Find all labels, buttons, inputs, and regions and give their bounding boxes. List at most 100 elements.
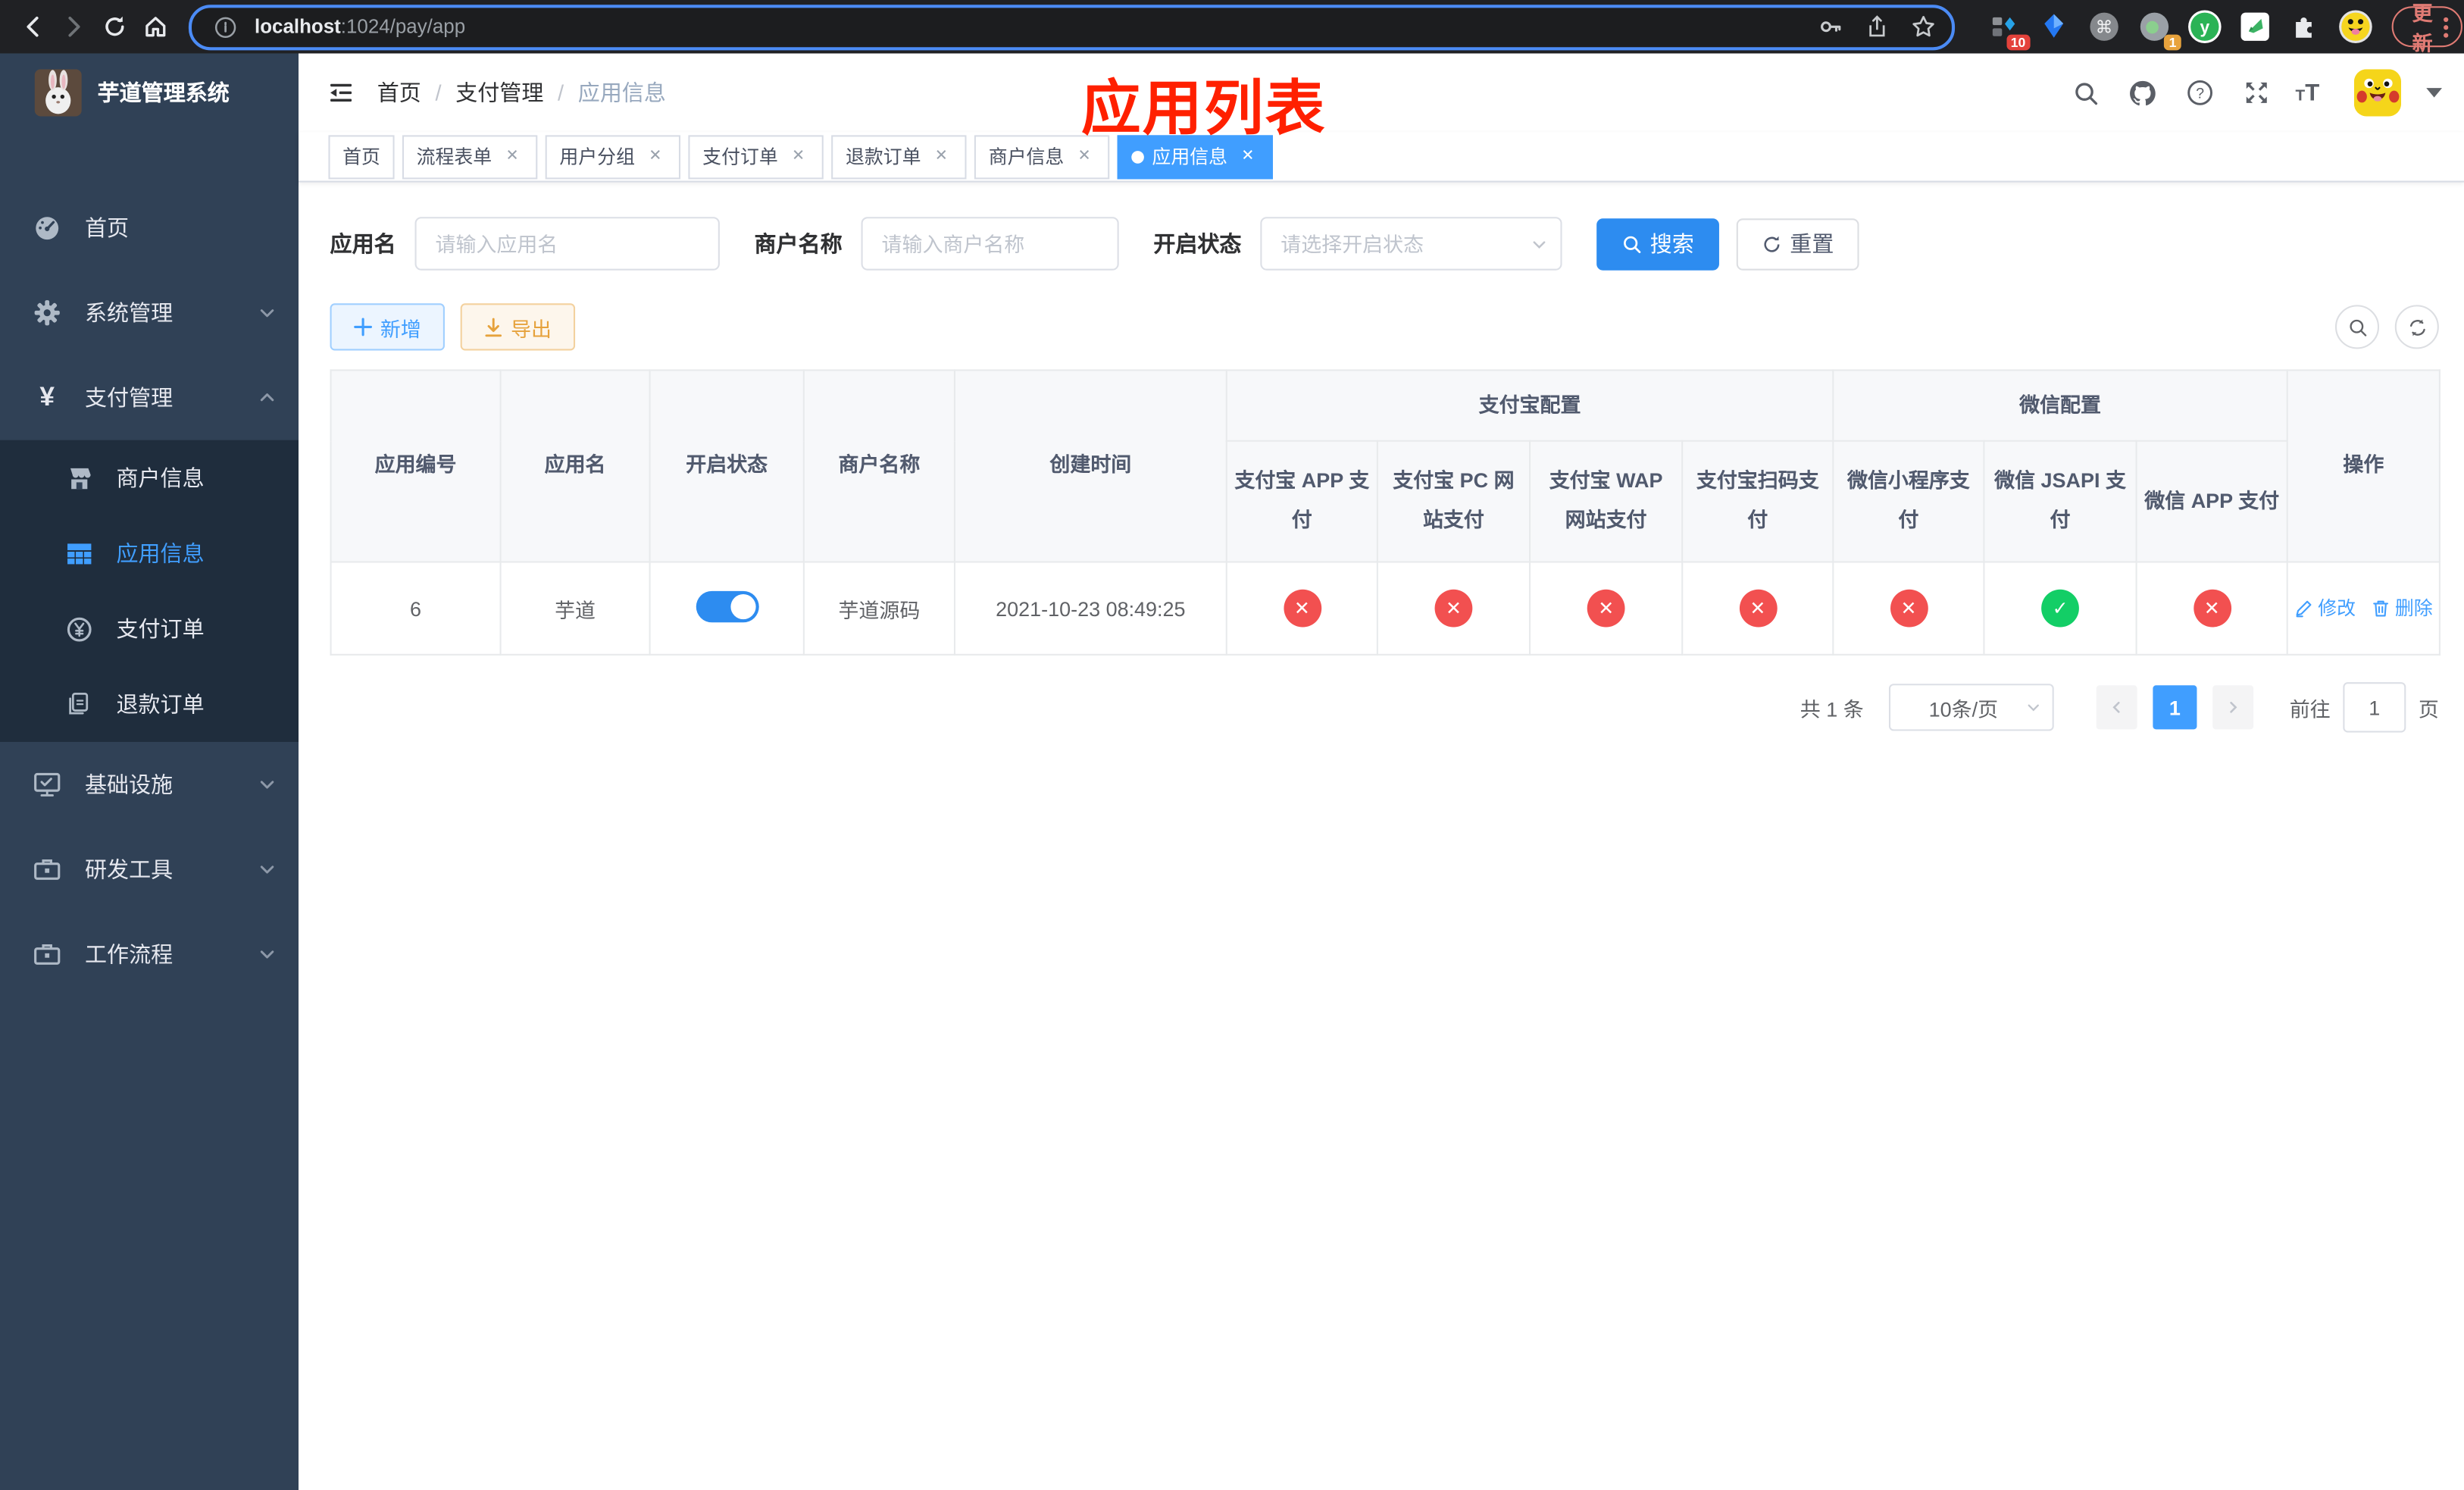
logo-avatar [34, 69, 82, 117]
refresh-icon [1764, 235, 1780, 252]
alipay-qr-status-icon: ✕ [1738, 589, 1777, 628]
chevron-down-icon [258, 303, 277, 322]
yen-circle-icon [63, 615, 94, 642]
sidebar-item-infra[interactable]: 基础设施 [0, 742, 299, 827]
sidebar-item-label: 系统管理 [84, 300, 174, 326]
export-button[interactable]: 导出 [460, 303, 576, 351]
close-icon[interactable]: ✕ [1237, 146, 1259, 167]
help-icon[interactable]: ? [2182, 76, 2217, 111]
search-form: 应用名 商户名称 开启状态 搜索 [330, 217, 2439, 271]
edit-link[interactable]: 修改 [2294, 594, 2356, 621]
status-toggle[interactable] [695, 590, 758, 622]
hide-search-button[interactable] [2334, 305, 2380, 349]
browser-home-button[interactable] [135, 6, 176, 47]
grid-icon [63, 540, 94, 566]
tab-refund-order[interactable]: 退款订单 ✕ [831, 134, 967, 179]
browser-forward-button[interactable] [54, 6, 95, 47]
delete-link[interactable]: 删除 [2372, 594, 2433, 621]
extension-badge: 10 [2006, 33, 2031, 51]
site-info-icon[interactable] [208, 9, 242, 44]
sidebar: 芋道管理系统 首页 系统管理 ¥ 支付管理 商户信息 应用信息 支付订单 退款订… [0, 53, 299, 1490]
page-number-1[interactable]: 1 [2153, 685, 2197, 730]
sidebar-item-app-info[interactable]: 应用信息 [0, 515, 299, 591]
font-size-icon[interactable]: TT [2296, 80, 2320, 106]
close-icon[interactable]: ✕ [1074, 146, 1096, 167]
sidebar-item-home[interactable]: 首页 [0, 186, 299, 271]
add-button[interactable]: 新增 [330, 303, 445, 351]
extension-kite-icon[interactable] [2034, 6, 2075, 47]
close-icon[interactable]: ✕ [787, 146, 809, 167]
reset-button[interactable]: 重置 [1736, 218, 1859, 270]
col-app-id: 应用编号 [330, 369, 502, 563]
sidebar-item-refund-order[interactable]: 退款订单 [0, 666, 299, 742]
tab-process-form[interactable]: 流程表单 ✕ [402, 134, 538, 179]
sidebar-collapse-button[interactable] [327, 79, 355, 107]
user-avatar[interactable] [2353, 69, 2402, 117]
status-select[interactable] [1260, 217, 1562, 271]
search-icon [2349, 318, 2366, 336]
breadcrumb-pay[interactable]: 支付管理 [455, 77, 543, 108]
bookmark-star-icon[interactable] [1911, 14, 1936, 39]
header-search-icon[interactable] [2069, 76, 2104, 111]
chevron-up-icon [258, 388, 277, 407]
sidebar-item-workflow[interactable]: 工作流程 [0, 912, 299, 997]
total-count: 共 1 条 [1800, 696, 1864, 721]
status-label: 开启状态 [1153, 230, 1242, 257]
prev-page-button[interactable] [2096, 685, 2137, 730]
next-page-button[interactable] [2212, 685, 2254, 730]
sidebar-item-dev-tools[interactable]: 研发工具 [0, 827, 299, 912]
extension-emoji-icon[interactable] [2335, 6, 2376, 47]
extension-y-icon[interactable]: y [2184, 6, 2225, 47]
col-wechat-mini: 微信小程序支付 [1832, 440, 1985, 563]
app-name-label: 应用名 [330, 230, 396, 257]
browser-menu-icon[interactable] [2444, 16, 2449, 37]
sidebar-item-merchant-info[interactable]: 商户信息 [0, 440, 299, 516]
github-icon[interactable] [2126, 76, 2161, 111]
alipay-app-status-icon: ✕ [1283, 589, 1321, 628]
tab-pay-order[interactable]: 支付订单 ✕ [688, 134, 824, 179]
sidebar-item-system[interactable]: 系统管理 [0, 271, 299, 355]
breadcrumb-home[interactable]: 首页 [377, 77, 421, 108]
tab-home[interactable]: 首页 [328, 134, 395, 179]
sidebar-item-pay[interactable]: ¥ 支付管理 [0, 355, 299, 440]
group-wechat-config: 微信配置 [1832, 369, 2288, 442]
extension-chat-icon[interactable] [2234, 6, 2275, 47]
app-name-input[interactable] [414, 217, 720, 271]
status-select-input[interactable] [1260, 217, 1562, 271]
user-menu-caret-icon[interactable] [2426, 88, 2442, 98]
tab-user-group[interactable]: 用户分组 ✕ [545, 134, 681, 179]
sidebar-item-label: 退款订单 [116, 691, 205, 717]
browser-reload-button[interactable] [94, 6, 135, 47]
close-icon[interactable]: ✕ [644, 146, 666, 167]
refresh-table-button[interactable] [2394, 305, 2439, 349]
password-key-icon[interactable] [1818, 14, 1843, 39]
sidebar-item-pay-order[interactable]: 支付订单 [0, 591, 299, 667]
chevron-left-icon [2112, 701, 2120, 713]
goto-page-input[interactable] [2343, 682, 2406, 733]
gear-icon [31, 299, 62, 327]
extension-puzzle-icon[interactable] [2285, 6, 2326, 47]
browser-update-button[interactable]: 更新 [2391, 2, 2462, 55]
chevron-down-icon [2025, 700, 2041, 715]
toolbox-icon [31, 940, 62, 968]
sidebar-logo[interactable]: 芋道管理系统 [0, 54, 299, 133]
extension-recorder-icon[interactable]: 1 [2134, 6, 2181, 51]
address-bar[interactable]: localhost:1024/pay/app [188, 4, 1956, 50]
edit-pen-icon [2296, 600, 2312, 617]
merchant-name-input[interactable] [861, 217, 1119, 271]
search-button[interactable]: 搜索 [1596, 218, 1719, 270]
browser-extensions: 10 ⌘ 1 y [1974, 6, 2376, 51]
fullscreen-icon[interactable] [2239, 76, 2274, 111]
close-icon[interactable]: ✕ [502, 146, 524, 167]
close-icon[interactable]: ✕ [930, 146, 952, 167]
search-icon [1624, 235, 1641, 252]
app-title: 芋道管理系统 [97, 80, 230, 105]
extension-grid-icon[interactable]: 10 [1983, 6, 2031, 51]
tab-bar: 首页 流程表单 ✕ 用户分组 ✕ 支付订单 ✕ 退款订单 ✕ 商户信息 ✕ 应用信息 ✕ [299, 132, 2464, 183]
page-unit-label: 页 [2418, 696, 2439, 721]
share-icon[interactable] [1865, 14, 1889, 39]
page-size-select[interactable]: 10条/页 [1888, 684, 2054, 731]
chevron-down-icon [258, 775, 277, 794]
extension-command-icon[interactable]: ⌘ [2084, 6, 2125, 47]
browser-back-button[interactable] [13, 6, 54, 47]
